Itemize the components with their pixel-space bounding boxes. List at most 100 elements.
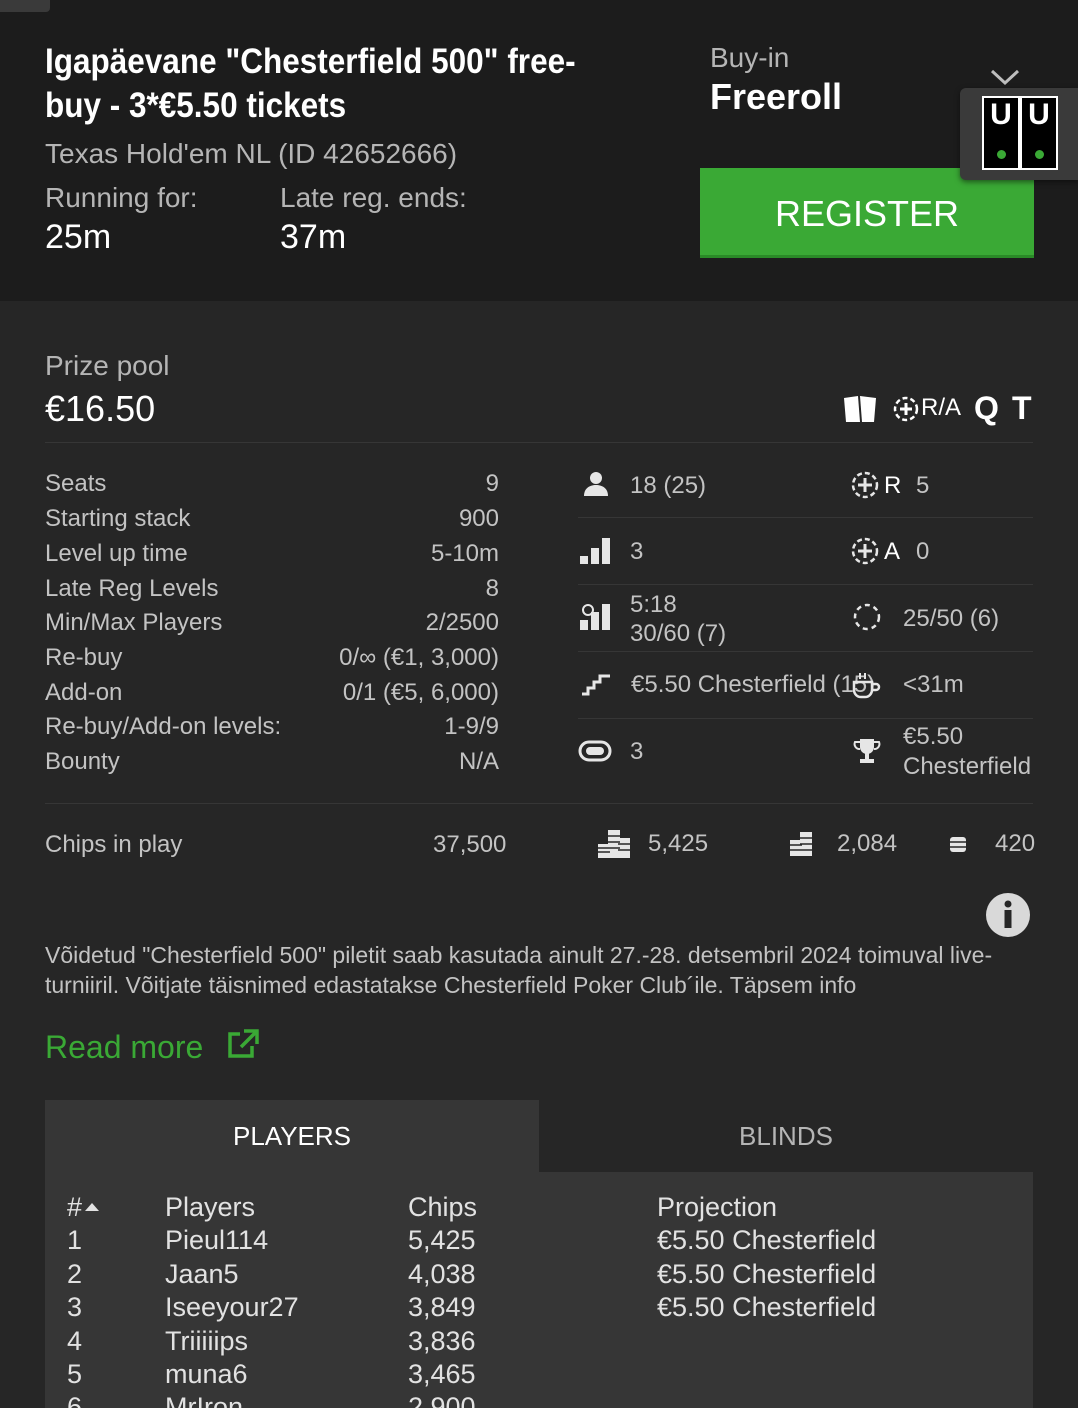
register-button[interactable]: REGISTER [700,168,1034,258]
current-blinds: 30/60 (7) [630,620,727,647]
player-projection: €5.50 Chesterfield [657,1292,877,1322]
player-player: Pieul114 [165,1225,269,1255]
detail-label: Late Reg Levels [45,575,219,602]
detail-row: Bounty N/A [45,748,499,776]
rank-column-header[interactable]: # [67,1192,100,1223]
divider [578,651,1033,652]
late-reg-value: 37m [280,218,347,256]
level-time: 5:18 [630,591,677,618]
cards-icon [844,396,876,422]
running-for-value: 25m [45,218,112,256]
player-player: Iseeyour27 [165,1292,299,1322]
tournament-title: Igapäevane "Chesterfield 500" free-buy -… [45,42,576,125]
detail-label: Add-on [45,679,123,706]
detail-label: Min/Max Players [45,609,223,636]
detail-row: Add-on 0/1 (€5, 6,000) [45,679,499,707]
player-chips: 5,425 [408,1225,476,1255]
rebuy-icon [851,471,879,499]
window-handle [0,0,50,12]
player-player: Triiiiips [165,1326,248,1356]
detail-row: Late Reg Levels 8 [45,575,499,603]
detail-value: 0/∞ (€1, 3,000) [339,644,499,671]
buyin-value: Freeroll [710,76,843,117]
player-chips: 4,038 [408,1259,476,1289]
game-type: Texas Hold'em NL (ID 42652666) [45,138,458,169]
payout-summary: €5.50 Chesterfield (15) [631,671,876,698]
player-player: muna6 [165,1359,248,1389]
next-blinds: 25/50 (6) [903,605,1000,632]
detail-value: 0/1 (€5, 6,000) [342,679,499,706]
running-for-label: Running for: [45,182,198,213]
read-more-link[interactable]: Read more [45,1028,260,1066]
prize-pool-label: Prize pool [45,350,170,381]
tab-bar: PLAYERS BLINDS [45,1100,1033,1172]
payout-stairs-icon [582,674,610,696]
tab-blinds[interactable]: BLINDS [539,1100,1033,1172]
detail-label: Re-buy [45,644,123,671]
player-projection: €5.50 Chesterfield [657,1225,877,1255]
detail-value: 5-10m [430,540,499,567]
detail-label: Bounty [45,748,120,775]
tournament-notice: Võidetud "Chesterfield 500" piletit saab… [45,942,993,998]
detail-label: Starting stack [45,505,191,532]
players-column-header[interactable]: Players [165,1192,255,1223]
logo-letter: U [1028,98,1050,131]
late-reg-label: Late reg. ends: [280,182,467,213]
players-icon [584,472,608,496]
buyin-label: Buy-in [710,42,790,73]
player-rank: 4 [67,1326,83,1356]
sort-ascending-icon [85,1203,100,1211]
player-chips: 3,836 [408,1326,476,1356]
chips-largest: 5,425 [648,830,709,857]
player-rank: 5 [67,1359,83,1389]
level-icon [580,538,610,564]
tables-count: 3 [630,738,644,765]
chip-stack-small-icon [950,837,966,852]
chips-in-play-label: Chips in play [45,831,183,858]
first-prize-amount: €5.50 [903,723,964,750]
player-chips: 3,465 [408,1359,476,1389]
info-icon[interactable] [985,892,1031,938]
external-link-icon [228,1029,259,1058]
chips-column-header[interactable]: Chips [408,1192,477,1223]
rebuy-count: 5 [916,472,930,499]
coffee-break-icon [852,673,881,699]
detail-value: 9 [485,470,499,497]
tables-icon [578,740,612,762]
players-table: # Players Chips Projection 1 Pieul114 5,42… [45,1172,1033,1408]
addon-icon [851,537,879,565]
player-rank: 2 [67,1259,83,1289]
logo-letter: U [990,98,1012,131]
detail-label: Re-buy/Add-on levels: [45,713,282,740]
detail-value: 900 [458,505,499,532]
next-break: <31m [903,671,964,698]
player-projection: €5.50 Chesterfield [657,1259,877,1289]
turbo-badge: T [1012,390,1032,426]
divider [578,718,1033,719]
player-chips: 3,849 [408,1292,476,1322]
chip-stack-large-icon [598,830,630,858]
detail-value: 1-9/9 [444,713,499,740]
player-player: MrIron [165,1392,244,1408]
trophy-icon [853,739,881,763]
chips-in-play-total: 37,500 [433,831,507,858]
detail-value: 2/2500 [425,609,499,636]
divider [45,803,1033,804]
read-more-label: Read more [45,1029,204,1065]
projection-column-header[interactable]: Projection [657,1192,777,1223]
rebuy-addon-icon [893,396,919,422]
level-value: 3 [630,538,644,565]
quick-badge: Q [974,390,999,426]
first-prize-name: Chesterfield [903,753,1032,780]
detail-row: Min/Max Players 2/2500 [45,609,499,637]
player-rank: 3 [67,1292,83,1322]
tab-players[interactable]: PLAYERS [45,1100,539,1172]
detail-row: Level up time 5-10m [45,540,499,568]
rank-header-label: # [67,1192,83,1222]
divider [45,442,1033,443]
tournament-header: Igapäevane "Chesterfield 500" free-buy -… [0,0,1078,301]
chips-smallest: 420 [995,830,1036,857]
chevron-down-icon[interactable] [990,68,1020,88]
divider [578,517,1033,518]
prize-pool-value: €16.50 [45,388,156,429]
